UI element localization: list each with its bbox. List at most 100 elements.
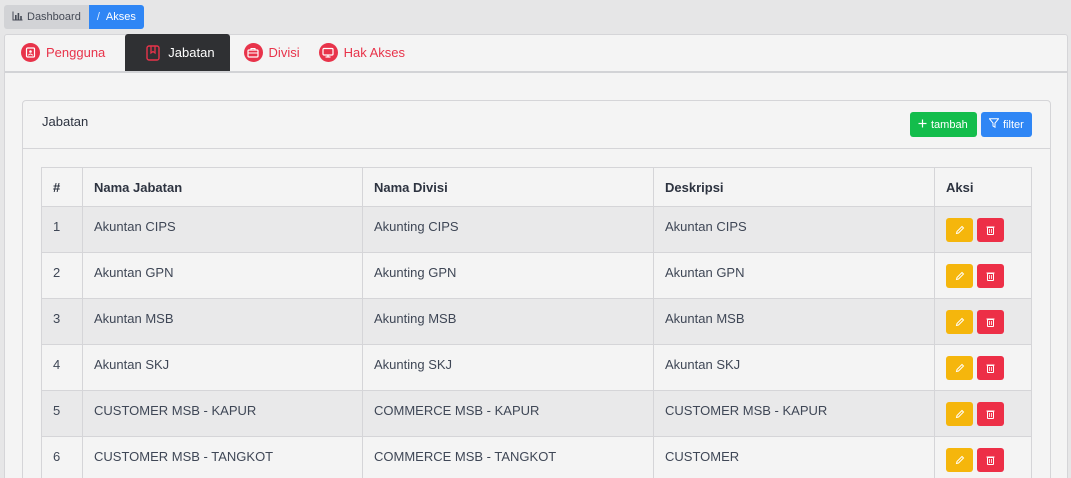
edit-button[interactable] bbox=[946, 448, 973, 472]
edit-button[interactable] bbox=[946, 218, 973, 242]
trash-icon bbox=[986, 315, 995, 330]
add-button-label: tambah bbox=[931, 118, 968, 131]
plus-icon bbox=[918, 119, 927, 131]
delete-button[interactable] bbox=[977, 264, 1004, 288]
header-nama-jabatan: Nama Jabatan bbox=[82, 167, 363, 207]
filter-button-label: filter bbox=[1003, 118, 1024, 131]
cell-nama-divisi: Akunting CIPS bbox=[362, 206, 654, 253]
cell-aksi bbox=[934, 390, 1032, 437]
cell-deskripsi: Akuntan SKJ bbox=[653, 344, 935, 391]
edit-button[interactable] bbox=[946, 356, 973, 380]
cell-deskripsi: Akuntan MSB bbox=[653, 298, 935, 345]
tab-hak-akses[interactable]: Hak Akses bbox=[313, 34, 418, 71]
cell-nama-divisi: Akunting SKJ bbox=[362, 344, 654, 391]
table-header-row: # Nama Jabatan Nama Divisi Deskripsi Aks… bbox=[41, 167, 1032, 207]
pencil-icon bbox=[955, 269, 965, 284]
breadcrumb-separator: / bbox=[96, 11, 100, 23]
user-badge-icon bbox=[21, 43, 40, 62]
pencil-icon bbox=[955, 361, 965, 376]
header-aksi: Aksi bbox=[934, 167, 1032, 207]
tab-divisi[interactable]: Divisi bbox=[238, 34, 313, 71]
trash-icon bbox=[986, 453, 995, 468]
row-actions bbox=[946, 310, 1020, 334]
header-number: # bbox=[41, 167, 83, 207]
delete-button[interactable] bbox=[977, 402, 1004, 426]
monitor-icon bbox=[318, 43, 338, 62]
table-row: 5 CUSTOMER MSB - KAPUR COMMERCE MSB - KA… bbox=[41, 390, 1032, 437]
cell-aksi bbox=[934, 344, 1032, 391]
cell-nama-jabatan: Akuntan SKJ bbox=[82, 344, 363, 391]
tab-hak-akses-label: Hak Akses bbox=[343, 45, 406, 60]
row-actions bbox=[946, 448, 1020, 472]
add-button[interactable]: tambah bbox=[910, 112, 977, 137]
briefcase-icon bbox=[243, 43, 263, 62]
breadcrumb-dashboard[interactable]: Dashboard bbox=[4, 5, 89, 29]
pencil-icon bbox=[955, 315, 965, 330]
pencil-icon bbox=[955, 453, 965, 468]
cell-nama-jabatan: CUSTOMER MSB - KAPUR bbox=[82, 390, 363, 437]
card-header: Jabatan tambah filter bbox=[23, 101, 1050, 149]
bar-chart-icon bbox=[12, 11, 23, 24]
cell-nama-jabatan: Akuntan MSB bbox=[82, 298, 363, 345]
cell-number: 6 bbox=[41, 436, 83, 478]
cell-number: 5 bbox=[41, 390, 83, 437]
tab-jabatan-label: Jabatan bbox=[168, 45, 215, 60]
edit-button[interactable] bbox=[946, 264, 973, 288]
table-row: 3 Akuntan MSB Akunting MSB Akuntan MSB bbox=[41, 298, 1032, 345]
header-nama-divisi: Nama Divisi bbox=[362, 167, 654, 207]
cell-nama-divisi: Akunting MSB bbox=[362, 298, 654, 345]
breadcrumb-dashboard-label: Dashboard bbox=[27, 11, 81, 23]
cell-aksi bbox=[934, 436, 1032, 478]
cell-aksi bbox=[934, 252, 1032, 299]
card-title: Jabatan bbox=[42, 114, 89, 129]
breadcrumb-akses: / Akses bbox=[88, 5, 144, 29]
trash-icon bbox=[986, 223, 995, 238]
breadcrumb: Dashboard / Akses bbox=[4, 5, 144, 29]
tab-pengguna-label: Pengguna bbox=[46, 45, 106, 60]
cell-nama-divisi: COMMERCE MSB - KAPUR bbox=[362, 390, 654, 437]
table-row: 1 Akuntan CIPS Akunting CIPS Akuntan CIP… bbox=[41, 206, 1032, 253]
row-actions bbox=[946, 264, 1020, 288]
edit-button[interactable] bbox=[946, 310, 973, 334]
edit-button[interactable] bbox=[946, 402, 973, 426]
cell-nama-jabatan: Akuntan GPN bbox=[82, 252, 363, 299]
header-deskripsi: Deskripsi bbox=[653, 167, 935, 207]
delete-button[interactable] bbox=[977, 310, 1004, 334]
cell-deskripsi: Akuntan CIPS bbox=[653, 206, 935, 253]
table-row: 6 CUSTOMER MSB - TANGKOT COMMERCE MSB - … bbox=[41, 436, 1032, 478]
cell-aksi bbox=[934, 206, 1032, 253]
tab-pengguna[interactable]: Pengguna bbox=[15, 34, 118, 71]
jabatan-table: # Nama Jabatan Nama Divisi Deskripsi Aks… bbox=[41, 167, 1032, 478]
cell-nama-divisi: Akunting GPN bbox=[362, 252, 654, 299]
cell-nama-divisi: COMMERCE MSB - TANGKOT bbox=[362, 436, 654, 478]
access-panel: Pengguna Jabatan Divisi Hak Akses Jabata… bbox=[4, 34, 1068, 478]
cell-deskripsi: Akuntan GPN bbox=[653, 252, 935, 299]
row-actions bbox=[946, 356, 1020, 380]
cell-aksi bbox=[934, 298, 1032, 345]
cell-nama-jabatan: Akuntan CIPS bbox=[82, 206, 363, 253]
cell-nama-jabatan: CUSTOMER MSB - TANGKOT bbox=[82, 436, 363, 478]
breadcrumb-akses-label: Akses bbox=[105, 11, 136, 23]
delete-button[interactable] bbox=[977, 218, 1004, 242]
cell-deskripsi: CUSTOMER bbox=[653, 436, 935, 478]
delete-button[interactable] bbox=[977, 448, 1004, 472]
tab-bar: Pengguna Jabatan Divisi Hak Akses bbox=[5, 34, 1067, 73]
trash-icon bbox=[986, 407, 995, 422]
delete-button[interactable] bbox=[977, 356, 1004, 380]
pencil-icon bbox=[955, 223, 965, 238]
table-row: 2 Akuntan GPN Akunting GPN Akuntan GPN bbox=[41, 252, 1032, 299]
cell-number: 1 bbox=[41, 206, 83, 253]
cell-number: 4 bbox=[41, 344, 83, 391]
tab-divisi-label: Divisi bbox=[268, 45, 300, 60]
bookmark-icon bbox=[143, 43, 162, 62]
cell-deskripsi: CUSTOMER MSB - KAPUR bbox=[653, 390, 935, 437]
trash-icon bbox=[986, 269, 995, 284]
cell-number: 3 bbox=[41, 298, 83, 345]
row-actions bbox=[946, 218, 1020, 242]
tab-jabatan[interactable]: Jabatan bbox=[125, 34, 230, 71]
jabatan-card: Jabatan tambah filter # Nama Jabatan Nam… bbox=[22, 100, 1051, 478]
filter-icon bbox=[988, 118, 1000, 131]
row-actions bbox=[946, 402, 1020, 426]
filter-button[interactable]: filter bbox=[981, 112, 1032, 137]
pencil-icon bbox=[955, 407, 965, 422]
